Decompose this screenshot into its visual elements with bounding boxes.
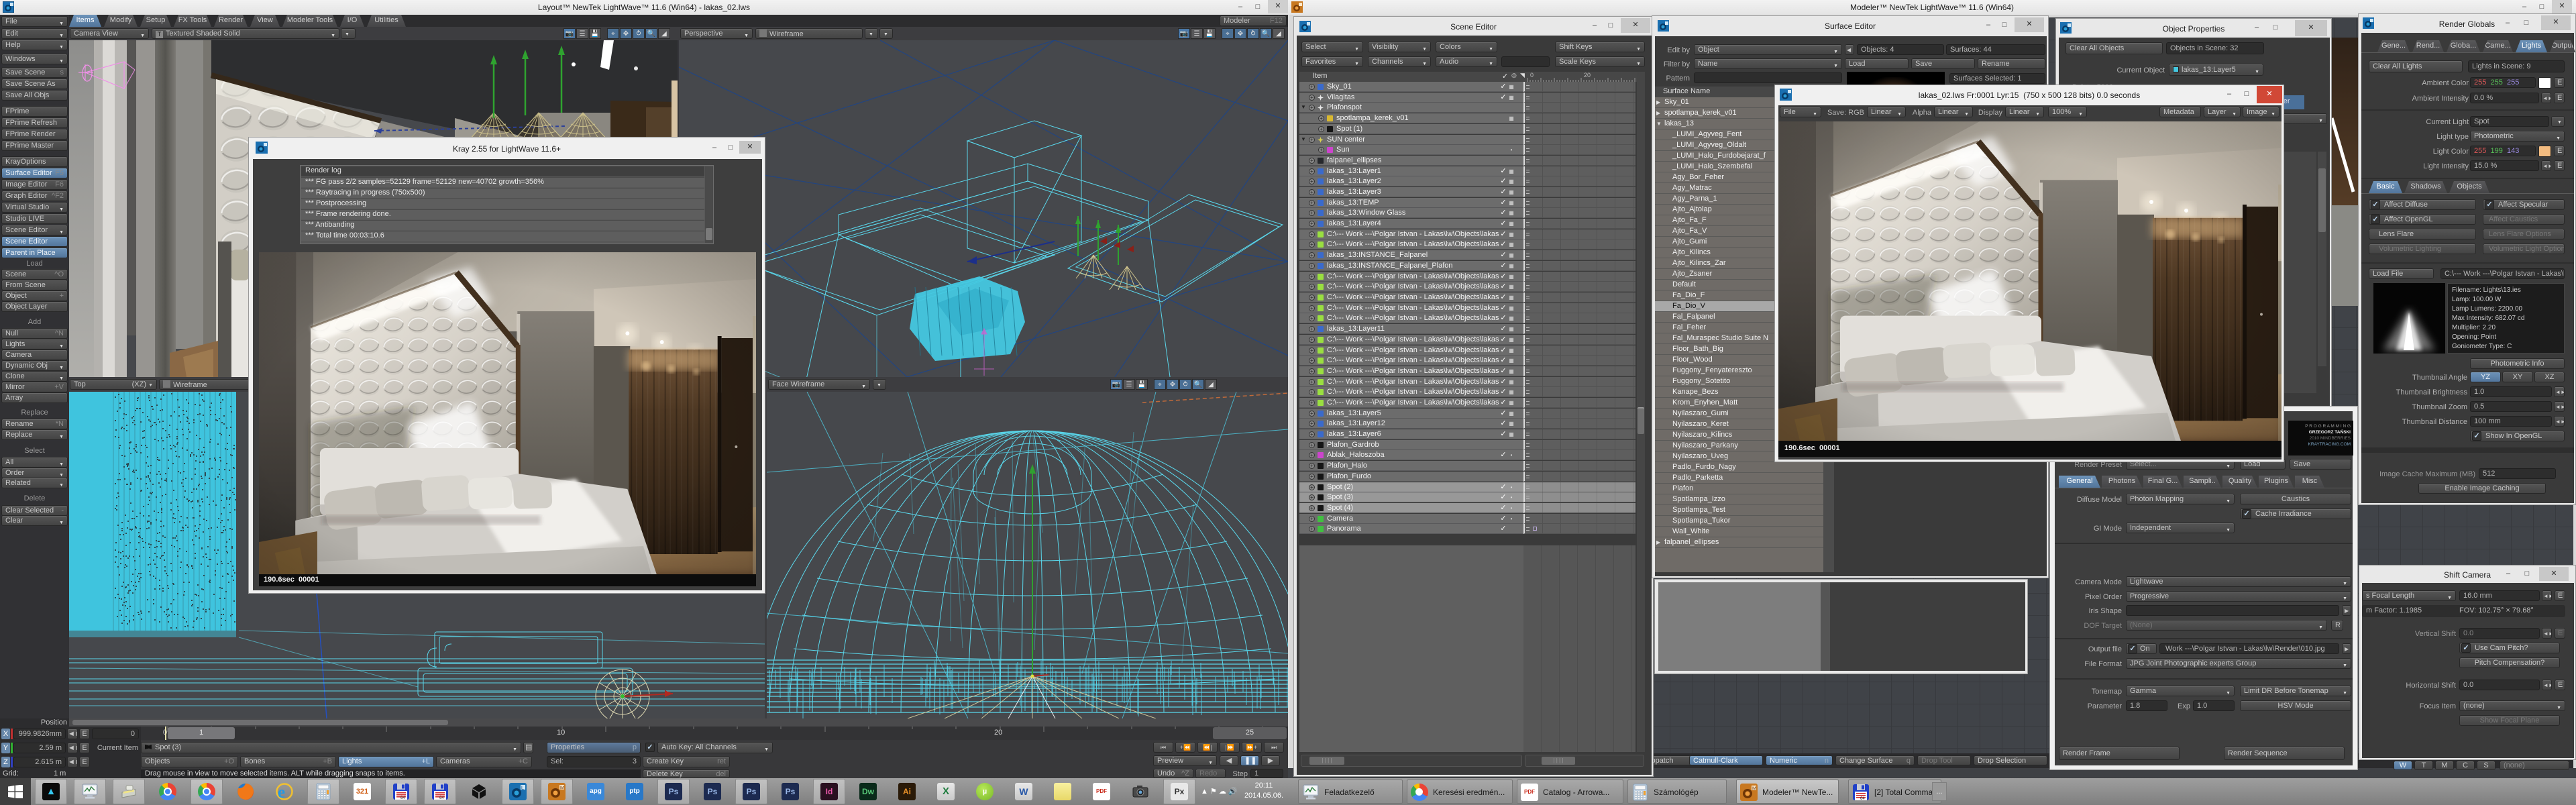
svg-text:64: 64 xyxy=(1860,797,1865,801)
svg-text:M: M xyxy=(1752,787,1756,792)
svg-text:M: M xyxy=(560,786,564,791)
svg-text:L: L xyxy=(521,786,524,791)
svg-text:64: 64 xyxy=(400,796,405,800)
svg-text:e: e xyxy=(278,784,285,800)
svg-text:64: 64 xyxy=(439,796,444,800)
